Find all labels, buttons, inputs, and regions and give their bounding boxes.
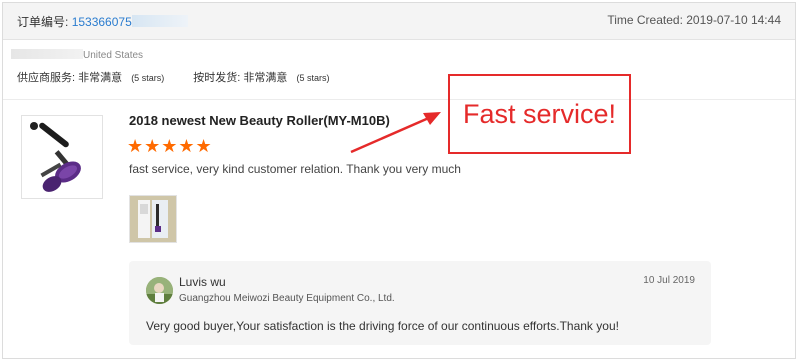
- annotation-text: Fast service!: [462, 98, 617, 129]
- reply-text: Very good buyer,Your satisfaction is the…: [146, 319, 619, 333]
- annotation-callout: Fast service!: [448, 74, 631, 154]
- seller-name: Luvis wu: [179, 275, 226, 289]
- reply-date: 10 Jul 2019: [643, 275, 695, 286]
- seller-reply: Luvis wu Guangzhou Meiwozi Beauty Equipm…: [129, 261, 711, 345]
- seller-company: Guangzhou Meiwozi Beauty Equipment Co., …: [179, 293, 395, 304]
- seller-avatar: [146, 277, 173, 304]
- feedback-card: 订单编号: 153366075 Time Created: 2019-07-10…: [2, 2, 796, 359]
- avatar-image: [146, 277, 173, 304]
